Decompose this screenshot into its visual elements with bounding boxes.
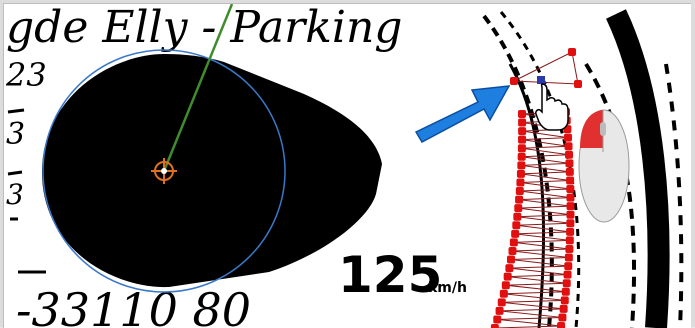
window-frame: gde Elly - Parking 23 3 3 -33110 80 125 … xyxy=(0,0,695,328)
hatch-line xyxy=(501,299,565,303)
hatch-line xyxy=(507,274,568,278)
control-point[interactable] xyxy=(497,298,506,307)
control-point[interactable] xyxy=(559,304,568,313)
hatch-line xyxy=(503,291,566,295)
hatch-diagonal xyxy=(507,276,567,284)
control-handle-line xyxy=(513,51,579,85)
control-point[interactable] xyxy=(565,244,574,253)
control-point[interactable] xyxy=(518,135,527,144)
control-point[interactable] xyxy=(565,150,574,159)
handwriting-top-line: gde Elly - Parking xyxy=(6,4,402,53)
hatch-diagonal xyxy=(510,259,569,267)
control-point[interactable] xyxy=(564,262,573,271)
control-point[interactable] xyxy=(516,178,525,187)
control-point[interactable] xyxy=(564,253,573,262)
hatch-diagonal xyxy=(521,147,570,156)
hatch-line xyxy=(521,145,569,149)
image-editor-canvas[interactable]: gde Elly - Parking 23 3 3 -33110 80 125 … xyxy=(3,3,691,328)
control-point[interactable] xyxy=(493,315,502,324)
control-point[interactable] xyxy=(566,202,575,211)
control-point[interactable] xyxy=(514,204,523,213)
control-point[interactable] xyxy=(561,287,570,296)
control-point[interactable] xyxy=(566,210,575,219)
hatch-diagonal xyxy=(503,293,565,301)
control-point[interactable] xyxy=(517,161,526,170)
control-point[interactable] xyxy=(518,118,527,127)
control-point[interactable] xyxy=(499,289,508,298)
black-blob-shape[interactable] xyxy=(41,54,383,288)
control-point[interactable] xyxy=(515,187,524,196)
control-point[interactable] xyxy=(512,221,521,230)
hatch-diagonal xyxy=(519,190,571,199)
hatch-line xyxy=(521,154,570,158)
hatch-diagonal xyxy=(509,267,568,276)
hatch-diagonal xyxy=(499,310,563,318)
hatch-diagonal xyxy=(521,139,569,147)
hatch-line xyxy=(519,188,571,192)
control-point[interactable] xyxy=(505,264,514,273)
hatch-diagonal xyxy=(519,199,571,207)
control-point[interactable] xyxy=(495,306,504,315)
control-point[interactable] xyxy=(566,219,575,228)
control-point[interactable] xyxy=(510,77,518,85)
control-point[interactable] xyxy=(513,212,522,221)
drawing-stage[interactable]: gde Elly - Parking 23 3 3 -33110 80 125 … xyxy=(4,4,691,328)
control-point[interactable] xyxy=(490,324,499,328)
control-point[interactable] xyxy=(508,246,517,255)
control-point[interactable] xyxy=(566,185,575,194)
control-point[interactable] xyxy=(566,176,575,185)
control-point[interactable] xyxy=(517,144,526,153)
control-point[interactable] xyxy=(509,238,518,247)
control-point[interactable] xyxy=(562,279,571,288)
hatch-diagonal xyxy=(512,250,569,259)
blue-arrow-icon xyxy=(414,85,511,143)
control-point[interactable] xyxy=(516,169,525,178)
hatch-diagonal xyxy=(513,241,570,250)
control-point[interactable] xyxy=(566,193,575,202)
control-point[interactable] xyxy=(557,322,566,328)
control-point[interactable] xyxy=(558,313,567,322)
hatch-diagonal xyxy=(505,284,566,293)
hatch-line xyxy=(497,316,563,320)
hand-pointer-icon xyxy=(535,83,569,131)
hatch-line xyxy=(509,265,569,269)
control-point[interactable] xyxy=(517,152,526,161)
hatch-line xyxy=(510,257,569,261)
control-point[interactable] xyxy=(511,229,520,238)
control-point[interactable] xyxy=(565,167,574,176)
control-point[interactable] xyxy=(568,48,576,56)
control-point[interactable] xyxy=(564,142,573,151)
control-point[interactable] xyxy=(566,227,575,236)
handwriting-left-mid-2: 3 xyxy=(6,178,24,211)
hatch-line xyxy=(519,197,571,201)
control-point[interactable] xyxy=(501,281,510,290)
control-point[interactable] xyxy=(507,255,516,264)
handwriting-left-mid-1: 3 xyxy=(6,117,25,152)
control-point[interactable] xyxy=(563,133,572,142)
hatch-line xyxy=(499,308,564,312)
control-point[interactable] xyxy=(503,272,512,281)
control-point[interactable] xyxy=(560,296,569,305)
speed-value: 125 xyxy=(338,246,442,304)
hatch-diagonal xyxy=(521,156,570,164)
control-point[interactable] xyxy=(518,127,527,136)
control-point[interactable] xyxy=(563,270,572,279)
handwriting-left-top: 23 xyxy=(5,56,47,94)
control-point[interactable] xyxy=(574,80,582,88)
control-point[interactable] xyxy=(565,159,574,168)
control-point[interactable] xyxy=(515,195,524,204)
control-point[interactable] xyxy=(518,110,526,118)
speed-unit: km/h xyxy=(428,280,467,296)
hatch-diagonal xyxy=(501,301,564,310)
selected-control-point[interactable] xyxy=(537,76,545,84)
hatch-line xyxy=(520,179,571,183)
hatch-line xyxy=(521,162,570,166)
hatch-line xyxy=(513,239,570,243)
handwriting-bottom-line: -33110 80 xyxy=(16,283,251,328)
control-point[interactable] xyxy=(565,236,574,245)
mouse-left-click-icon xyxy=(578,109,630,223)
hatch-line xyxy=(505,282,567,286)
hatch-line xyxy=(522,137,568,141)
hatch-line xyxy=(512,248,570,252)
